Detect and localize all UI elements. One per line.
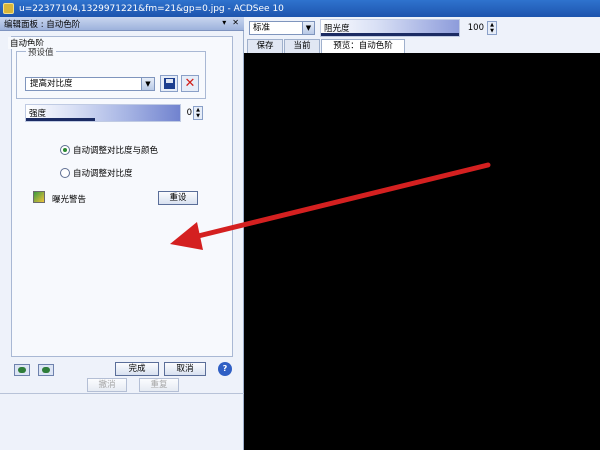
preset-label: 预设值 — [26, 46, 56, 58]
floppy-save-icon — [163, 78, 175, 89]
opacity-track — [321, 33, 459, 36]
blend-mode-dropdown[interactable]: 标准 ▼ — [249, 21, 315, 35]
blend-mode-value: 标准 — [253, 23, 271, 33]
app-icon — [3, 3, 14, 14]
save-preset-button[interactable] — [160, 75, 178, 92]
opacity-spinner[interactable]: ▲ ▼ — [487, 21, 497, 35]
panel-title: 编辑面板 : 自动色阶 — [4, 19, 81, 30]
edit-panel: 编辑面板 : 自动色阶 ▾ ✕ 自动色阶 预设值 提高对比度 ▼ ✕ 强度 0 … — [0, 17, 244, 450]
strength-track — [26, 118, 96, 121]
preview-area: 标准 ▼ 阻光度 100 ▲ ▼ 保存 当前 预览：自动色阶 — [244, 17, 600, 450]
strength-value[interactable]: 0 — [180, 108, 192, 118]
strength-slider[interactable]: 强度 — [25, 104, 181, 122]
reset-button[interactable]: 重设 — [158, 191, 198, 205]
tab-save[interactable]: 保存 — [247, 39, 283, 53]
exposure-warning-label: 曝光警告 — [52, 195, 87, 205]
radio-auto-contrast-color[interactable]: 自动调整对比度与颜色 — [60, 144, 158, 156]
exposure-warning-icon[interactable] — [33, 191, 45, 203]
image-preview-canvas[interactable] — [244, 53, 600, 450]
panel-header: 编辑面板 : 自动色阶 ▾ ✕ — [0, 17, 244, 31]
undo-button[interactable]: 撤消 — [87, 378, 127, 392]
chevron-down-icon[interactable]: ▼ — [141, 78, 154, 90]
window-title: u=22377104,1329971221&fm=21&gp=0.jpg - A… — [19, 3, 284, 14]
nav-forward-button[interactable] — [38, 364, 54, 376]
tab-current[interactable]: 当前 — [284, 39, 320, 53]
delete-preset-button[interactable]: ✕ — [181, 75, 199, 92]
nav-back-icon — [18, 367, 26, 373]
delete-x-icon: ✕ — [184, 76, 196, 91]
chevron-down-icon[interactable]: ▼ — [302, 22, 314, 34]
nav-back-button[interactable] — [14, 364, 30, 376]
help-icon[interactable]: ? — [218, 362, 232, 376]
radio-label: 自动调整对比度 — [73, 169, 133, 179]
panel-menu-icon[interactable]: ▾ — [222, 18, 226, 27]
opacity-slider[interactable]: 阻光度 — [320, 19, 460, 37]
panel-close-icon[interactable]: ✕ — [232, 18, 239, 27]
cancel-button[interactable]: 取消 — [164, 362, 206, 376]
radio-label: 自动调整对比度与颜色 — [73, 146, 159, 156]
title-bar: u=22377104,1329971221&fm=21&gp=0.jpg - A… — [0, 0, 600, 17]
radio-button[interactable] — [60, 168, 70, 178]
preset-value: 提高对比度 — [30, 79, 73, 89]
radio-button-checked[interactable] — [60, 145, 70, 155]
preset-dropdown[interactable]: 提高对比度 ▼ — [25, 77, 155, 91]
nav-forward-icon — [42, 367, 50, 373]
panel-divider — [0, 393, 244, 394]
tab-preview[interactable]: 预览：自动色阶 — [321, 39, 405, 53]
done-button[interactable]: 完成 — [115, 362, 159, 376]
radio-auto-contrast[interactable]: 自动调整对比度 — [60, 167, 133, 179]
strength-spinner[interactable]: ▲ ▼ — [193, 106, 203, 120]
redo-button[interactable]: 重复 — [139, 378, 179, 392]
opacity-value[interactable]: 100 — [466, 23, 484, 33]
